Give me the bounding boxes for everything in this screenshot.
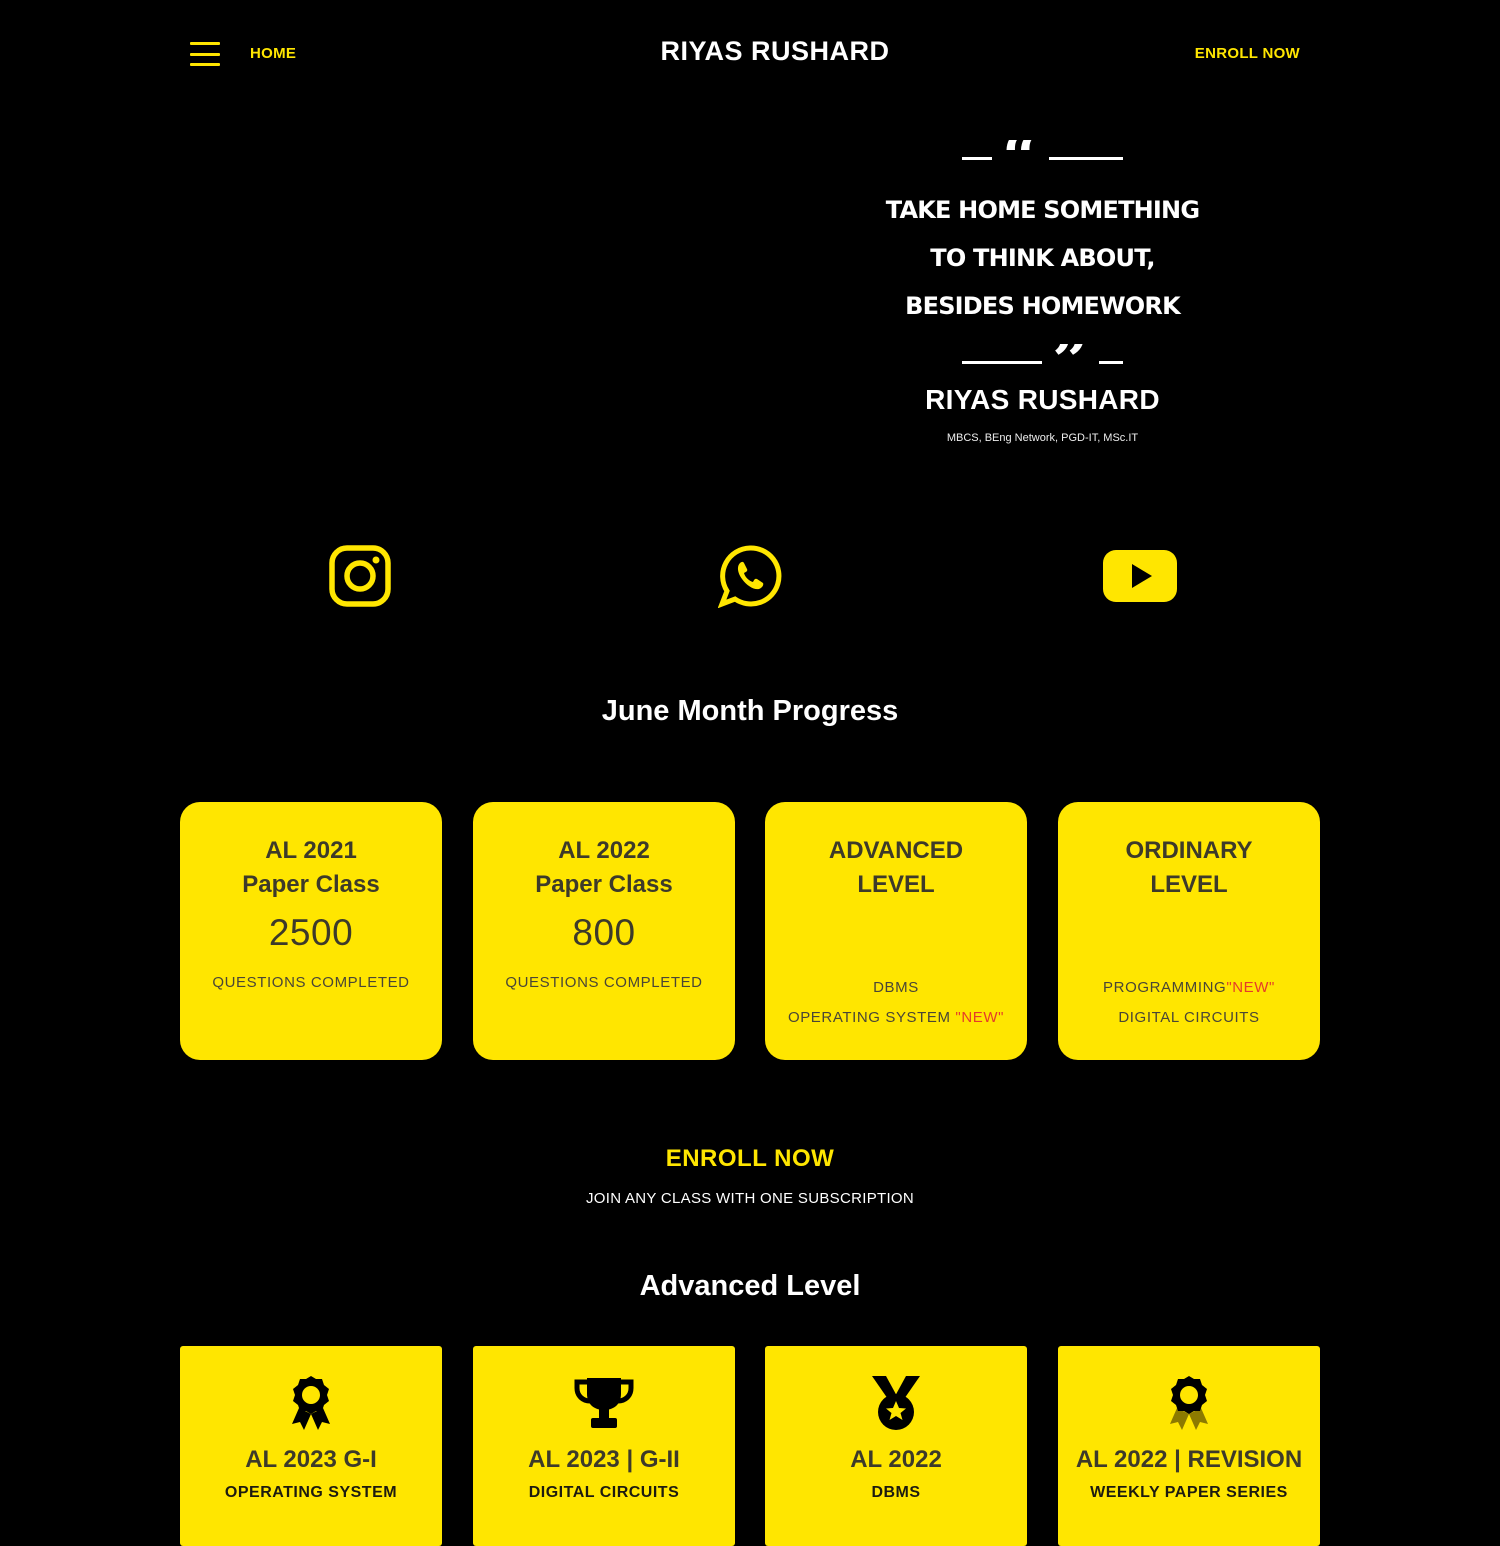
quote-line: TAKE HOME SOMETHING	[885, 196, 1200, 224]
quote-line: TO THINK ABOUT,	[930, 244, 1155, 272]
card-count: 2500	[268, 912, 354, 953]
course-title: AL 2023 | G-II	[528, 1446, 680, 1473]
card-title-line: Paper Class	[535, 871, 673, 898]
new-tag: "NEW"	[1226, 979, 1275, 996]
card-title-line: LEVEL	[1150, 871, 1228, 898]
open-quote-icon: “	[1002, 140, 1039, 176]
course-card-al2023-g2[interactable]: AL 2023 | G-II DIGITAL CIRCUITS	[473, 1346, 735, 1546]
card-subjects: PROGRAMMING"NEW" DIGITAL CIRCUITS	[1058, 973, 1320, 1033]
trophy-icon	[574, 1378, 634, 1428]
quote-author: RIYAS RUSHARD	[925, 384, 1160, 415]
award-ribbon-icon	[292, 1376, 330, 1430]
close-quote-icon: ”	[1052, 344, 1089, 380]
card-title-line: AL 2022	[558, 837, 650, 864]
instagram-icon[interactable]	[320, 543, 400, 609]
course-subtitle: DIGITAL CIRCUITS	[528, 1484, 680, 1501]
quote-open-line: “	[870, 140, 1215, 176]
course-subtitle: DBMS	[871, 1484, 921, 1501]
enroll-now-link[interactable]: ENROLL NOW	[0, 1145, 1500, 1173]
advanced-section-title: Advanced Level	[639, 1270, 861, 1302]
course-card-al2023-g1[interactable]: AL 2023 G-I OPERATING SYSTEM	[180, 1346, 442, 1546]
card-title-line: ADVANCED	[828, 837, 964, 864]
quote-text: TAKE HOME SOMETHING TO THINK ABOUT, BESI…	[870, 186, 1215, 330]
progress-card-ordinary-level: ORDINARY LEVEL PROGRAMMING"NEW" DIGITAL …	[1058, 802, 1320, 1060]
whatsapp-icon[interactable]	[710, 543, 790, 609]
progress-card-al2021: AL 2021 Paper Class 2500 QUESTIONS COMPL…	[180, 802, 442, 1060]
card-title: ORDINARY LEVEL	[1058, 834, 1320, 902]
card-title-line: LEVEL	[857, 871, 935, 898]
progress-card-al2022: AL 2022 Paper Class 800 QUESTIONS COMPLE…	[473, 802, 735, 1060]
quote-line: BESIDES HOMEWORK	[905, 292, 1181, 320]
enroll-subtitle: JOIN ANY CLASS WITH ONE SUBSCRIPTION	[585, 1190, 915, 1207]
progress-card-advanced-level: ADVANCED LEVEL DBMS OPERATING SYSTEM "NE…	[765, 802, 1027, 1060]
nav-enroll-link[interactable]: ENROLL NOW	[1195, 45, 1300, 62]
subject-item: OPERATING SYSTEM "NEW"	[787, 1009, 1005, 1026]
card-title-line: Paper Class	[242, 871, 380, 898]
quote-block: “ TAKE HOME SOMETHING TO THINK ABOUT, BE…	[870, 140, 1215, 444]
course-title: AL 2023 G-I	[245, 1446, 377, 1473]
card-title-line: ORDINARY	[1125, 837, 1253, 864]
card-count: 800	[572, 912, 636, 953]
progress-section-title: June Month Progress	[601, 695, 899, 727]
course-subtitle: WEEKLY PAPER SERIES	[1090, 1484, 1288, 1501]
card-title-line: AL 2021	[265, 837, 357, 864]
card-subtitle: QUESTIONS COMPLETED	[505, 974, 703, 991]
card-title: ADVANCED LEVEL	[765, 834, 1027, 902]
star-medal-icon	[872, 1376, 920, 1430]
site-header: HOME RIYAS RUSHARD ENROLL NOW	[0, 0, 1500, 110]
card-subjects: DBMS OPERATING SYSTEM "NEW"	[765, 973, 1027, 1033]
new-tag: "NEW"	[955, 1009, 1005, 1026]
award-ribbon-icon	[1170, 1376, 1208, 1430]
course-title: AL 2022 | REVISION	[1075, 1446, 1303, 1473]
course-subtitle: OPERATING SYSTEM	[224, 1484, 398, 1501]
youtube-icon[interactable]	[1100, 543, 1180, 609]
quote-close-line: ”	[870, 344, 1215, 380]
quote-credentials: MBCS, BEng Network, PGD-IT, MSc.IT	[946, 432, 1139, 444]
course-card-al2022[interactable]: AL 2022 DBMS	[765, 1346, 1027, 1546]
subject-item: PROGRAMMING"NEW"	[1103, 979, 1275, 996]
subject-item: DBMS	[873, 979, 919, 996]
card-title: AL 2021 Paper Class	[180, 834, 442, 902]
course-card-al2022-revision[interactable]: AL 2022 | REVISION WEEKLY PAPER SERIES	[1058, 1346, 1320, 1546]
course-title: AL 2022	[850, 1446, 942, 1473]
card-subtitle: QUESTIONS COMPLETED	[212, 974, 410, 991]
card-title: AL 2022 Paper Class	[473, 834, 735, 902]
subject-item: DIGITAL CIRCUITS	[1118, 1009, 1260, 1026]
